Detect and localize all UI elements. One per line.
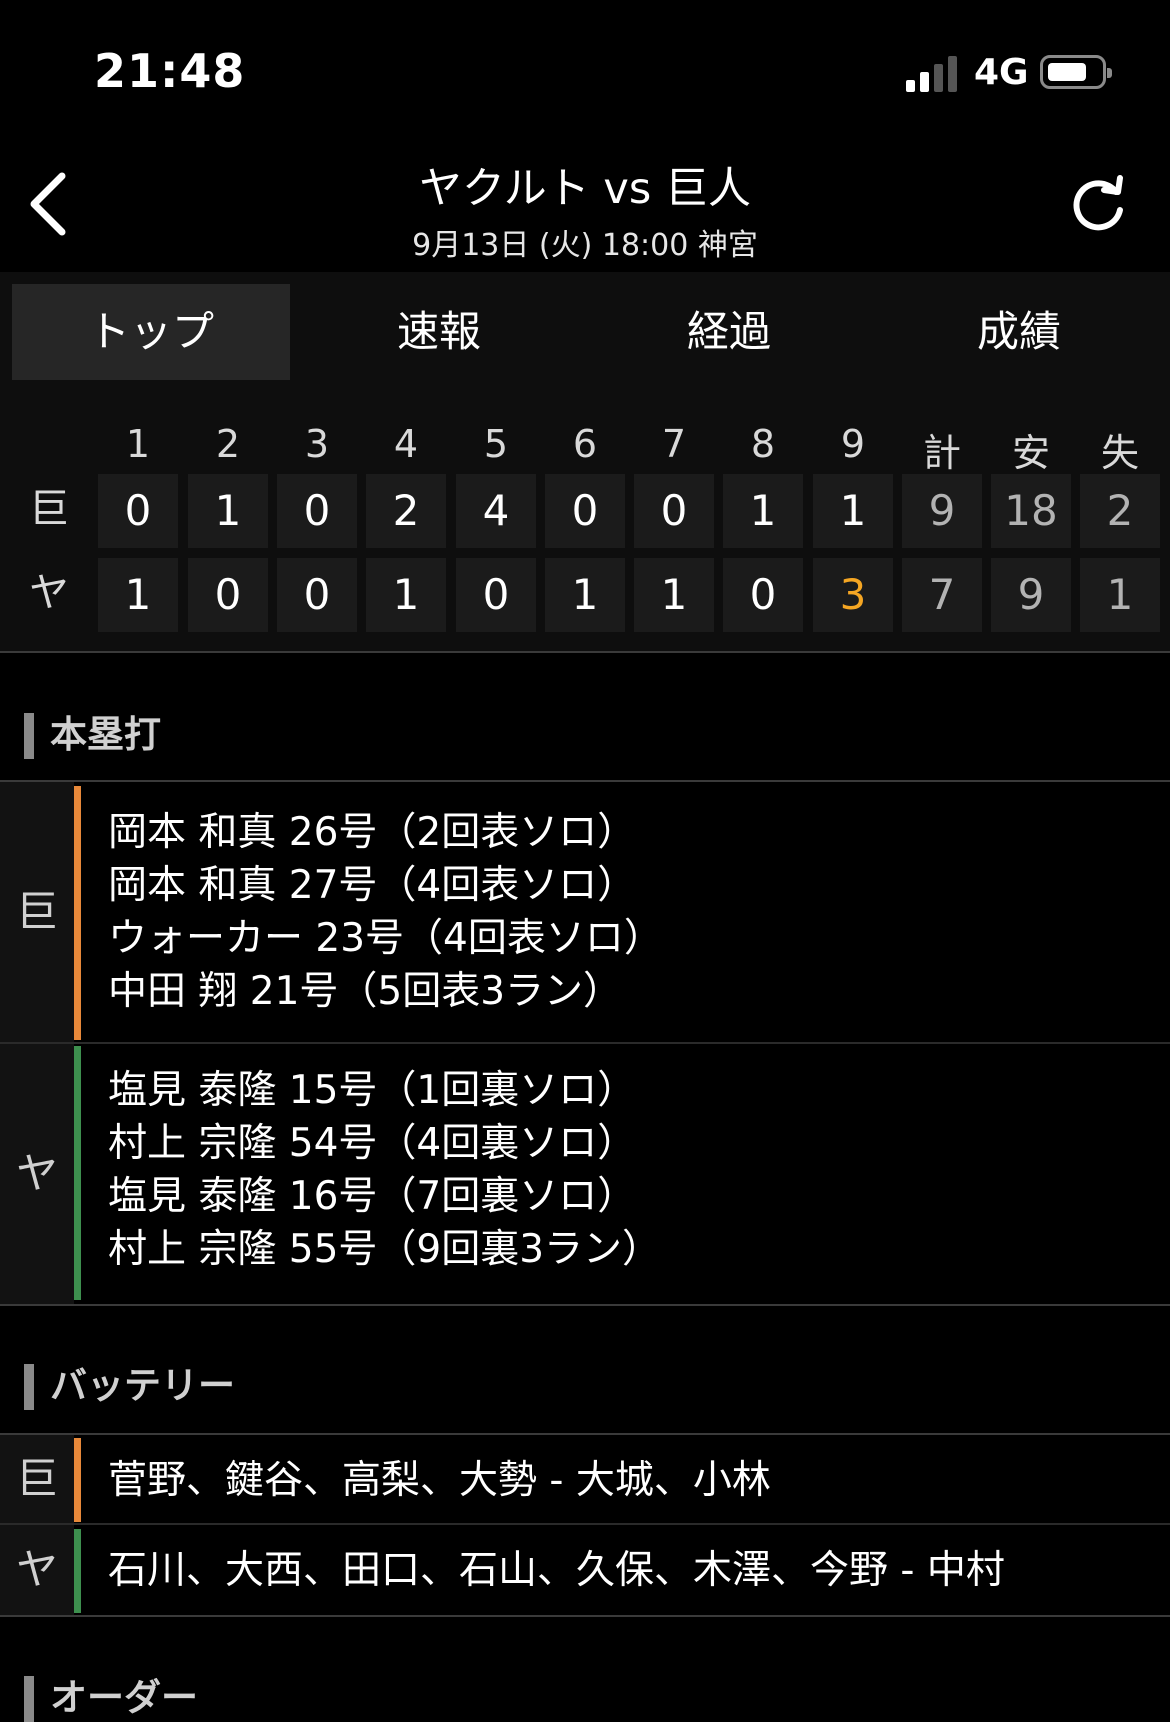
status-bar: 21:48 4G — [0, 0, 1170, 140]
inning-header: 3 — [304, 422, 330, 466]
inning-score: 1 — [188, 474, 268, 548]
inning-score: 1 — [545, 558, 625, 632]
total-hits: 9 — [991, 558, 1071, 632]
network-type: 4G — [974, 52, 1029, 93]
inning-score: 1 — [366, 558, 446, 632]
battery-row-swallows: ヤ 石川、大西、田口、石山、久保、木澤、今野 - 中村 — [0, 1525, 1170, 1615]
inning-score: 0 — [188, 558, 268, 632]
inning-score: 0 — [98, 474, 178, 548]
tab-top[interactable]: トップ — [12, 284, 290, 380]
inning-header: 2 — [215, 422, 241, 466]
home-run-item: ウォーカー 23号（4回表ソロ） — [108, 916, 663, 961]
errors-header: 失 — [1100, 431, 1139, 475]
nav-header: ヤクルト vs 巨人 9月13日 (火) 18:00 神宮 — [0, 140, 1170, 272]
divider — [0, 1304, 1170, 1306]
divider — [0, 1615, 1170, 1617]
battery-row-giants: 巨 菅野、鍵谷、高梨、大勢 - 大城、小林 — [0, 1435, 1170, 1523]
team-label: 巨 — [0, 1435, 74, 1523]
inning-header: 9 — [840, 422, 866, 466]
section-title-battery: バッテリー — [24, 1362, 235, 1410]
inning-header: 1 — [125, 422, 151, 466]
section-title-home-runs: 本塁打 — [24, 711, 161, 759]
inning-score: 2 — [366, 474, 446, 548]
match-subtitle: 9月13日 (火) 18:00 神宮 — [412, 228, 758, 263]
inning-score: 1 — [98, 558, 178, 632]
home-run-block-giants: 巨 岡本 和真 26号（2回表ソロ） 岡本 和真 27号（4回表ソロ） ウォーカ… — [0, 782, 1170, 1042]
battery-text: 石川、大西、田口、石山、久保、木澤、今野 - 中村 — [108, 1548, 1005, 1593]
inning-header: 7 — [661, 422, 687, 466]
home-run-item: 岡本 和真 27号（4回表ソロ） — [108, 863, 637, 908]
home-run-block-swallows: ヤ 塩見 泰隆 15号（1回裏ソロ） 村上 宗隆 54号（4回裏ソロ） 塩見 泰… — [0, 1044, 1170, 1304]
inning-score: 0 — [456, 558, 536, 632]
home-run-item: 岡本 和真 26号（2回表ソロ） — [108, 810, 637, 855]
home-run-item: 塩見 泰隆 15号（1回裏ソロ） — [108, 1068, 637, 1113]
total-hits: 18 — [991, 474, 1071, 548]
team-label-giants: 巨 — [29, 486, 69, 532]
total-runs: 9 — [902, 474, 982, 548]
inning-score: 0 — [545, 474, 625, 548]
total-runs: 7 — [902, 558, 982, 632]
inning-header: 8 — [750, 422, 776, 466]
total-errors: 1 — [1080, 558, 1160, 632]
inning-score-current: 3 — [813, 558, 893, 632]
battery-icon — [1040, 55, 1112, 89]
team-color-bar — [74, 1438, 81, 1522]
inning-score: 1 — [813, 474, 893, 548]
home-run-item: 村上 宗隆 55号（9回裏3ラン） — [108, 1227, 662, 1272]
inning-score: 0 — [277, 474, 357, 548]
inning-score: 1 — [723, 474, 803, 548]
home-run-list: 塩見 泰隆 15号（1回裏ソロ） 村上 宗隆 54号（4回裏ソロ） 塩見 泰隆 … — [108, 1064, 661, 1276]
team-color-bar — [74, 1046, 81, 1300]
inning-score: 0 — [277, 558, 357, 632]
team-label: 巨 — [0, 782, 74, 1042]
match-title: ヤクルト vs 巨人 — [419, 164, 751, 214]
reload-button[interactable] — [1064, 170, 1132, 238]
inning-score: 1 — [634, 558, 714, 632]
section-title-order: オーダー — [24, 1674, 198, 1722]
team-color-bar — [74, 786, 81, 1040]
reload-icon — [1073, 175, 1123, 231]
hits-header: 安 — [1011, 431, 1050, 475]
home-run-item: 中田 翔 21号（5回表3ラン） — [108, 969, 623, 1014]
tab-stats[interactable]: 成績 — [880, 284, 1158, 380]
inning-header: 6 — [572, 422, 598, 466]
team-label: ヤ — [0, 1525, 74, 1615]
inning-header: 5 — [483, 422, 509, 466]
tab-live[interactable]: 速報 — [300, 284, 578, 380]
total-errors: 2 — [1080, 474, 1160, 548]
divider — [0, 651, 1170, 653]
tab-bar: トップ 速報 経過 成績 — [0, 272, 1170, 392]
inning-score: 0 — [634, 474, 714, 548]
inning-score: 4 — [456, 474, 536, 548]
tab-progress[interactable]: 経過 — [590, 284, 868, 380]
scoreboard: 1 2 3 4 5 6 7 8 9 計 安 失 巨 0 1 0 2 4 0 0 … — [0, 392, 1170, 652]
signal-icon — [906, 56, 960, 92]
team-label-swallows: ヤ — [29, 570, 69, 616]
battery-text: 菅野、鍵谷、高梨、大勢 - 大城、小林 — [108, 1458, 771, 1503]
runs-header: 計 — [922, 431, 961, 475]
home-run-item: 塩見 泰隆 16号（7回裏ソロ） — [108, 1174, 637, 1219]
team-color-bar — [74, 1529, 81, 1613]
status-time: 21:48 — [94, 44, 246, 98]
team-label: ヤ — [0, 1044, 74, 1304]
home-run-list: 岡本 和真 26号（2回表ソロ） 岡本 和真 27号（4回表ソロ） ウォーカー … — [108, 806, 663, 1018]
inning-header: 4 — [393, 422, 419, 466]
inning-score: 0 — [723, 558, 803, 632]
home-run-item: 村上 宗隆 54号（4回裏ソロ） — [108, 1121, 637, 1166]
